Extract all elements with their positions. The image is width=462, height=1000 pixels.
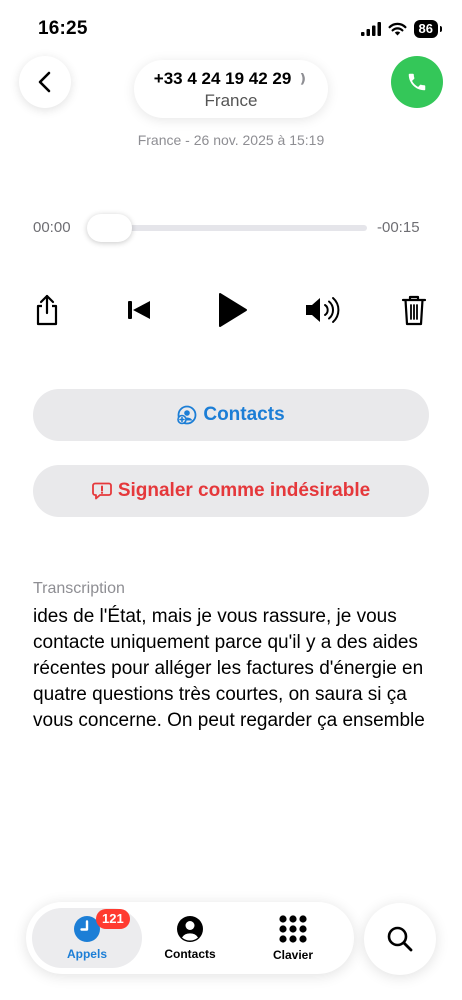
person-icon bbox=[177, 916, 203, 942]
tab-clavier-label: Clavier bbox=[272, 948, 314, 962]
progress-track[interactable] bbox=[95, 225, 367, 231]
phone-icon bbox=[408, 73, 426, 91]
tab-bar: Appels Contacts Clavier bbox=[26, 902, 354, 974]
share-icon bbox=[36, 294, 58, 326]
search-button[interactable] bbox=[364, 903, 436, 975]
phone-number: +33 4 24 19 42 29 bbox=[153, 69, 292, 88]
tab-appels-label: Appels bbox=[66, 947, 107, 961]
remaining-time: -00:15 bbox=[377, 219, 420, 236]
report-spam-label: Signaler comme indésirable bbox=[117, 480, 371, 501]
skip-back-button[interactable] bbox=[119, 290, 159, 330]
progress-knob[interactable] bbox=[87, 214, 132, 242]
elapsed-time: 00:00 bbox=[33, 219, 71, 236]
play-icon bbox=[219, 293, 247, 327]
tab-clavier[interactable]: Clavier bbox=[238, 902, 348, 974]
trash-icon bbox=[401, 295, 427, 326]
speaker-button[interactable] bbox=[302, 290, 342, 330]
transcription-text: ides de l'État, mais je vous rassure, je… bbox=[33, 606, 425, 731]
status-time: 16:25 bbox=[38, 18, 88, 39]
battery-indicator: 86 bbox=[413, 20, 443, 38]
transcription-label: Transcription bbox=[33, 580, 125, 597]
skip-back-icon bbox=[128, 301, 150, 319]
contacts-button-label: Contacts bbox=[203, 404, 285, 425]
chevron-right-icon: ❫ bbox=[297, 71, 309, 86]
status-icons: 86 bbox=[360, 20, 443, 38]
report-bubble-icon bbox=[91, 482, 112, 500]
caller-info-pill[interactable]: +33 4 24 19 42 29 ❫ France bbox=[134, 60, 328, 118]
call-meta: France - 26 nov. 2025 à 15:19 bbox=[137, 132, 325, 148]
contacts-button[interactable]: Contacts bbox=[33, 389, 429, 441]
missed-calls-badge: 121 bbox=[96, 909, 130, 929]
wifi-icon bbox=[388, 22, 407, 36]
call-button[interactable] bbox=[391, 56, 443, 108]
delete-button[interactable] bbox=[394, 290, 434, 330]
share-button[interactable] bbox=[27, 290, 67, 330]
play-button[interactable] bbox=[212, 290, 252, 330]
tab-contacts-label: Contacts bbox=[164, 947, 216, 961]
report-spam-button[interactable]: Signaler comme indésirable bbox=[33, 465, 429, 517]
caller-country: France bbox=[204, 91, 258, 110]
back-button[interactable] bbox=[19, 56, 71, 108]
signal-icon bbox=[360, 22, 381, 36]
keypad-icon bbox=[279, 915, 307, 943]
tab-contacts[interactable]: Contacts bbox=[142, 902, 238, 974]
add-contact-icon bbox=[177, 405, 197, 425]
chevron-left-icon bbox=[38, 71, 51, 93]
search-icon bbox=[387, 926, 413, 952]
speaker-icon bbox=[306, 297, 340, 323]
